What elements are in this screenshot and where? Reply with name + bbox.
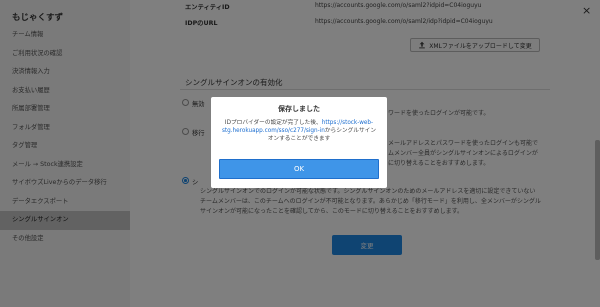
save-complete-dialog: 保存しました IDプロバイダーの設定が完了した後、https://stock-w… — [211, 97, 387, 188]
dialog-title: 保存しました — [278, 105, 320, 113]
dialog-msg-suffix: からシングルサイン — [324, 128, 377, 135]
dialog-msg-prefix: IDプロバイダーの設定が完了した後、 — [224, 120, 322, 126]
dialog-message: IDプロバイダーの設定が完了した後、https://stock-web- stg… — [217, 119, 381, 144]
ok-button[interactable]: OK — [219, 159, 379, 179]
sign-in-link-part-2[interactable]: stg.herokuapp.com/sso/c277/sign-in — [222, 128, 325, 134]
dialog-msg-line-3: オンすることができます — [267, 136, 331, 143]
sign-in-link-part-1[interactable]: https://stock-web- — [322, 120, 373, 126]
